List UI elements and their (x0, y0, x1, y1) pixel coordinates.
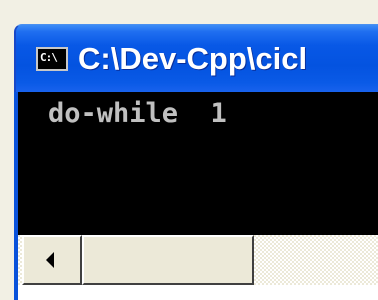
scrollbar-thumb[interactable] (82, 235, 254, 285)
title-bar[interactable]: C:\ C:\Dev-Cpp\cicl (14, 24, 378, 93)
horizontal-scrollbar[interactable] (14, 235, 378, 285)
scroll-left-button[interactable] (22, 235, 82, 285)
scroll-left-arrow-icon (46, 252, 54, 268)
window-bottom-frame (14, 285, 378, 300)
console-output-line: do-while 1 (48, 98, 227, 129)
console-output-area[interactable]: do-while 1 (14, 92, 378, 235)
console-window: C:\ C:\Dev-Cpp\cicl do-while 1 (0, 0, 378, 300)
window-title: C:\Dev-Cpp\cicl (78, 41, 308, 76)
left-margin (0, 0, 14, 300)
icon-label: C:\ (40, 51, 58, 64)
top-margin (0, 0, 378, 24)
console-window-icon[interactable]: C:\ (36, 47, 68, 71)
